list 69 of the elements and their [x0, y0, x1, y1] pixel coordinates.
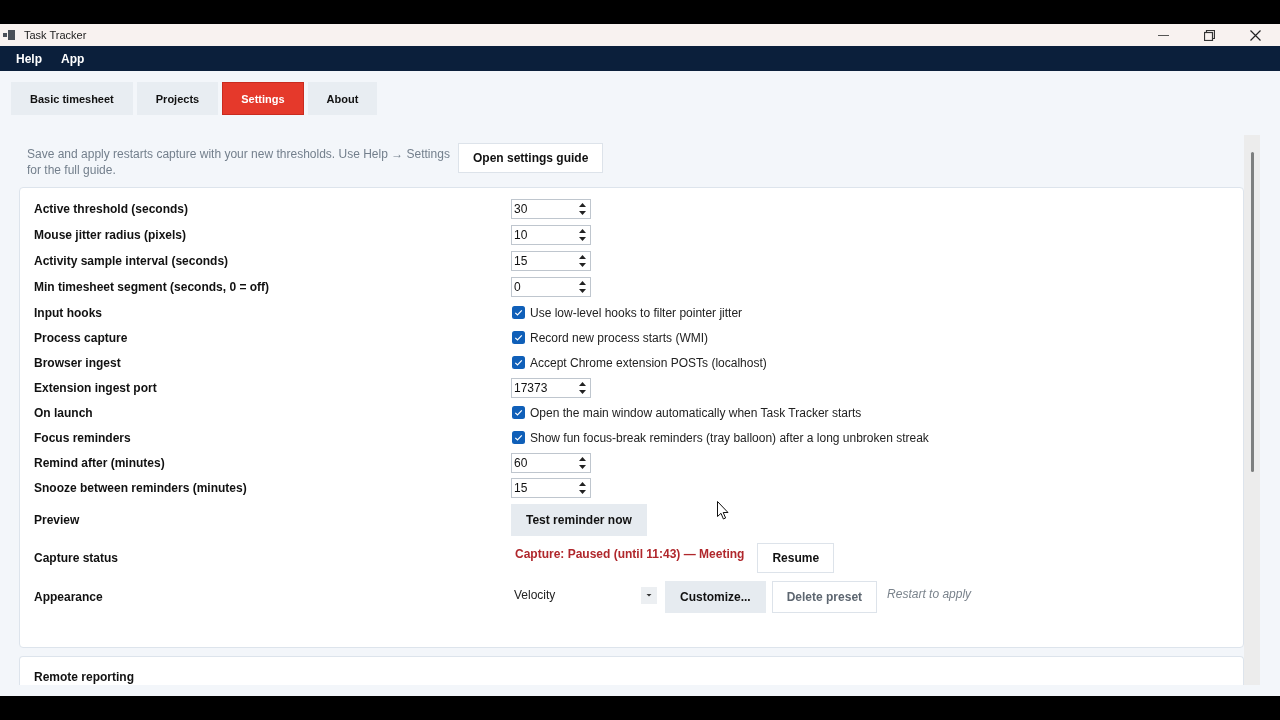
checkbox-label: Open the main window automatically when Task Tracker starts: [530, 405, 862, 420]
tab[interactable]: Settings: [222, 82, 304, 115]
restore-icon[interactable]: [1203, 29, 1215, 41]
tab[interactable]: About: [307, 82, 378, 115]
setting-label: Snooze between reminders (minutes): [34, 480, 248, 495]
setting-label: Extension ingest port: [34, 380, 158, 395]
mouse-pointer-icon: [717, 501, 729, 520]
menu-item[interactable]: App: [61, 51, 85, 66]
checkbox[interactable]: [512, 356, 525, 369]
window-icon: [3, 30, 15, 40]
scrollbar-thumb[interactable]: [1250, 152, 1254, 472]
number-field[interactable]: 15: [511, 477, 591, 498]
status-text: Capture: Paused (until 11:43) — Meeting: [515, 547, 745, 561]
spin-up-icon[interactable]: [578, 381, 586, 386]
setting-label: Remind after (minutes): [34, 455, 166, 470]
spin-up-icon[interactable]: [578, 481, 586, 486]
number-field[interactable]: 17373: [511, 377, 591, 398]
setting-label: Browser ingest: [34, 355, 122, 370]
spin-down-icon[interactable]: [578, 237, 586, 241]
setting-label: Mouse jitter radius (pixels): [34, 228, 188, 242]
close-icon[interactable]: [1249, 29, 1261, 41]
spin-down-icon[interactable]: [578, 263, 586, 267]
spin-down-icon[interactable]: [578, 211, 586, 215]
number-field[interactable]: 60: [511, 452, 591, 473]
spin-up-icon[interactable]: [578, 229, 586, 233]
spin-up-icon[interactable]: [578, 203, 586, 207]
setting-label: On launch: [34, 405, 94, 420]
checkbox[interactable]: [512, 431, 525, 444]
hint-text: Save and apply restarts capture with your new thresholds. Use Help → Settings for the full guide.: [27, 146, 451, 178]
preset-button[interactable]: Customize...: [665, 581, 766, 613]
checkbox[interactable]: [512, 406, 525, 419]
spin-down-icon[interactable]: [578, 289, 586, 293]
spin-up-icon[interactable]: [578, 456, 586, 461]
spin-down-icon[interactable]: [578, 489, 586, 494]
checkbox-label: Show fun focus-break reminders (tray balloon) after a long unbroken streak: [530, 430, 929, 445]
number-field[interactable]: 30: [511, 199, 591, 219]
setting-label: Preview: [34, 512, 81, 527]
resume-button[interactable]: Resume: [757, 543, 835, 573]
menu-item[interactable]: Help: [16, 51, 42, 66]
checkbox[interactable]: [512, 306, 525, 319]
spin-up-icon[interactable]: [578, 255, 586, 259]
guide-button[interactable]: Open settings guide: [458, 143, 604, 173]
checkbox-label: Accept Chrome extension POSTs (localhost): [530, 355, 767, 370]
spin-down-icon[interactable]: [578, 464, 586, 469]
minimize-icon[interactable]: [1157, 34, 1169, 36]
setting-label: Active threshold (seconds): [34, 202, 190, 216]
checkbox-label: Record new process starts (WMI): [530, 330, 709, 345]
tab[interactable]: Basic timesheet: [11, 82, 133, 115]
setting-label: Input hooks: [34, 305, 103, 320]
setting-label: Appearance: [34, 590, 104, 604]
scrollbar[interactable]: [1244, 135, 1260, 685]
setting-label: Focus reminders: [34, 430, 132, 445]
number-field[interactable]: 15: [511, 251, 591, 271]
number-field[interactable]: 0: [511, 277, 591, 297]
spin-down-icon[interactable]: [578, 389, 586, 394]
window-title: Task Tracker: [24, 29, 87, 41]
setting-label: Process capture: [34, 330, 129, 345]
number-field[interactable]: 10: [511, 225, 591, 245]
test-reminder-button[interactable]: Test reminder now: [511, 503, 647, 536]
spin-up-icon[interactable]: [578, 281, 586, 285]
section-title: Remote reporting: [34, 670, 134, 684]
setting-label: Capture status: [34, 551, 120, 565]
setting-label: Min timesheet segment (seconds, 0 = off): [34, 280, 271, 294]
note-text: Restart to apply: [887, 586, 972, 601]
checkbox-label: Use low-level hooks to filter pointer jitter: [530, 305, 743, 320]
setting-label: Activity sample interval (seconds): [34, 254, 230, 268]
checkbox[interactable]: [512, 331, 525, 344]
theme-dropdown[interactable]: Velocity: [511, 585, 657, 605]
tab[interactable]: Projects: [136, 82, 219, 115]
